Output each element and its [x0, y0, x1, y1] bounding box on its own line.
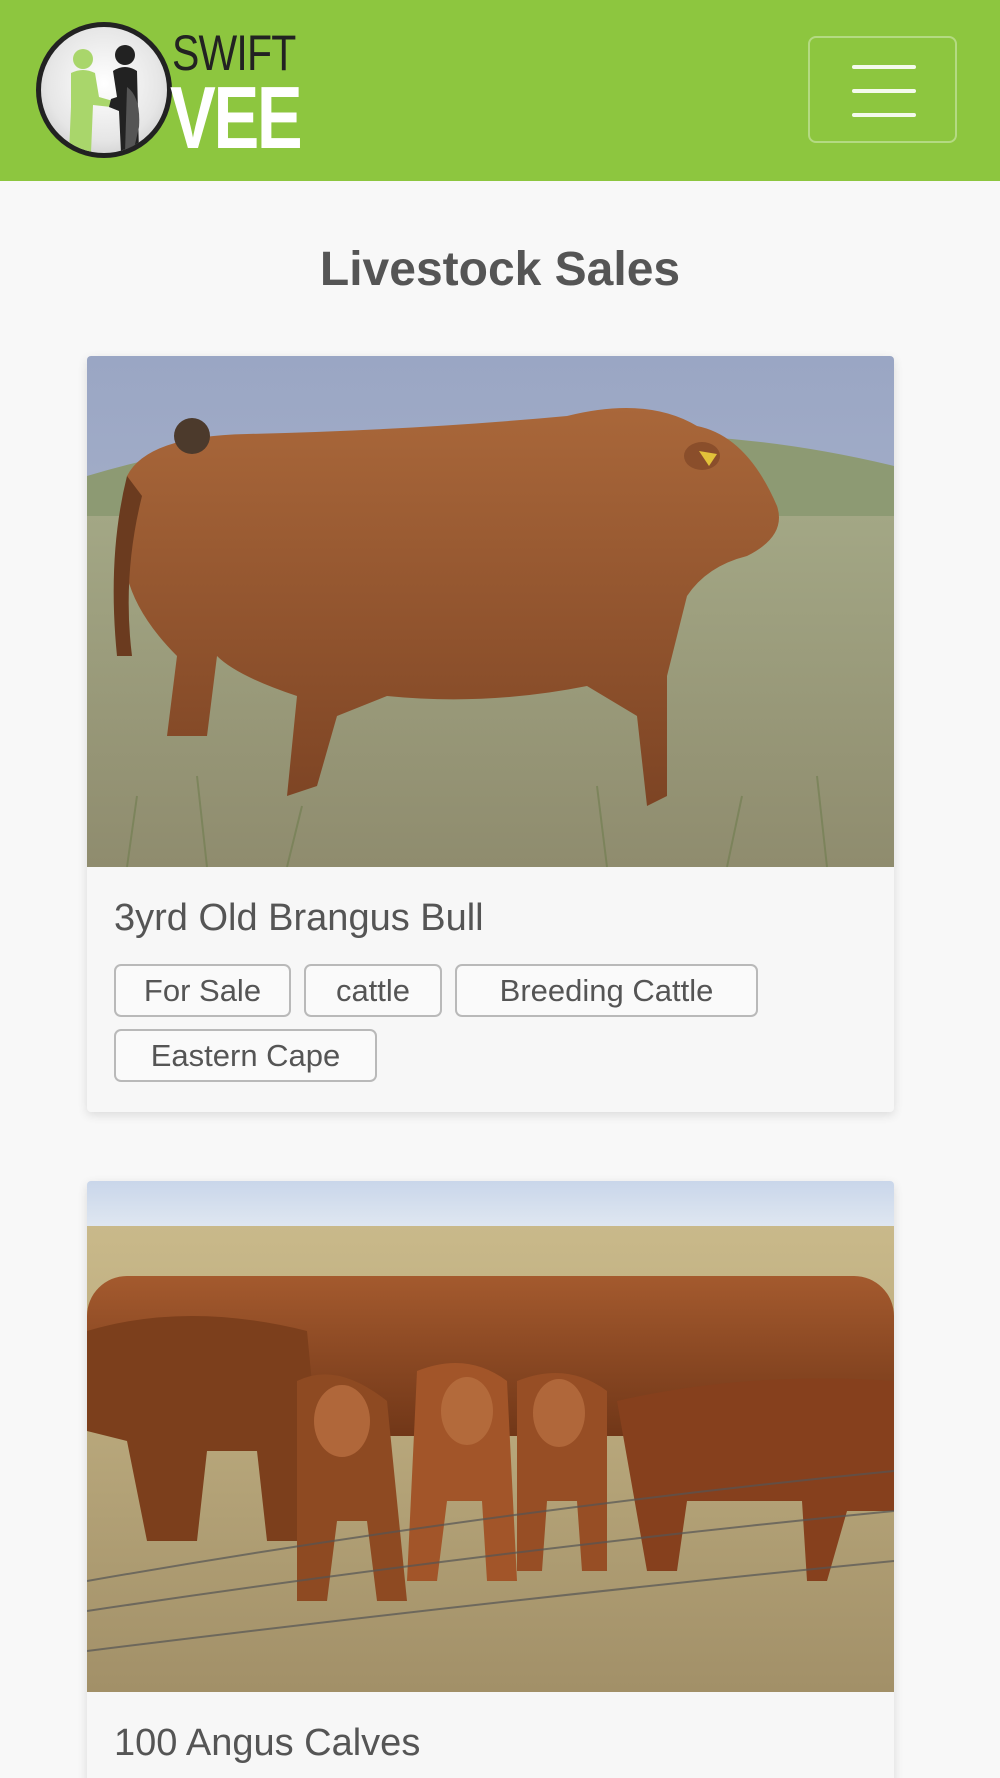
listing-title[interactable]: 100 Angus Calves — [114, 1721, 420, 1765]
navbar: SWIFT VEE — [0, 0, 1000, 181]
hamburger-menu-icon — [852, 89, 916, 93]
page-title: Livestock Sales — [319, 243, 681, 296]
hamburger-menu-icon — [852, 65, 916, 69]
listing-card[interactable]: 100 Angus Calves — [87, 1181, 894, 1778]
swiftvee-logo[interactable]: SWIFT VEE — [36, 22, 306, 167]
handshake-logo-icon — [36, 22, 172, 158]
listing-title[interactable]: 3yrd Old Brangus Bull — [114, 896, 484, 940]
hamburger-menu-icon — [852, 113, 916, 117]
tag-cattle[interactable]: cattle — [304, 964, 442, 1017]
listing-image-bull[interactable] — [87, 356, 894, 867]
tag-eastern-cape[interactable]: Eastern Cape — [114, 1029, 377, 1082]
listing-card[interactable]: 3yrd Old Brangus Bull For Sale cattle Br… — [87, 356, 894, 1112]
tag-for-sale[interactable]: For Sale — [114, 964, 291, 1017]
hamburger-menu-button[interactable] — [808, 36, 957, 143]
logo-text-vee: VEE — [170, 68, 303, 167]
tag-breeding-cattle[interactable]: Breeding Cattle — [455, 964, 758, 1017]
listing-image-calves[interactable] — [87, 1181, 894, 1692]
